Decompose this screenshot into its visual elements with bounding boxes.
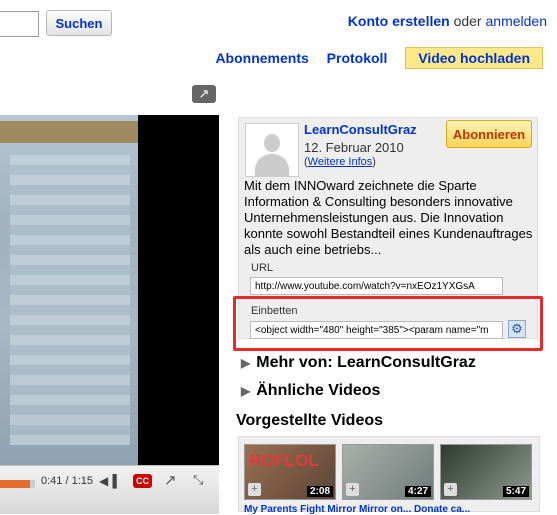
more-from-section[interactable]: ▶ Mehr von: LearnConsultGraz <box>241 354 476 372</box>
account-links: Konto erstellen oder anmelden <box>348 13 547 29</box>
expand-triangle-icon: ▶ <box>241 356 251 370</box>
or-text: oder <box>453 13 482 29</box>
expand-player-icon[interactable]: ↗ <box>192 85 216 103</box>
add-icon: + <box>248 483 261 496</box>
url-label: URL <box>251 262 274 274</box>
duration-badge: 2:08 <box>306 486 333 497</box>
progress-remaining[interactable] <box>30 480 35 488</box>
expand-triangle-icon: ▶ <box>241 384 251 398</box>
fullscreen-icon[interactable]: ⤡ <box>193 472 203 488</box>
video-thumbnail[interactable]: ROFLOL + 2:08 <box>244 444 336 500</box>
player-controls <box>0 465 219 514</box>
upload-video-button[interactable]: Video hochladen <box>405 47 543 69</box>
channel-name-link[interactable]: LearnConsultGraz <box>304 122 417 137</box>
upload-date: 12. Februar 2010 <box>304 140 404 155</box>
add-icon: + <box>346 483 359 496</box>
search-input[interactable] <box>0 11 39 37</box>
video-player[interactable] <box>0 115 219 465</box>
duration-badge: 5:47 <box>502 486 529 497</box>
captions-button[interactable]: CC <box>133 474 152 488</box>
thumbnail-titles[interactable]: My Parents Fight Mirror Mirror on... Don… <box>244 504 470 515</box>
embed-highlight-box <box>233 296 543 351</box>
video-description: Mit dem INNOward zeichnete die Sparte In… <box>244 178 533 257</box>
thumbnail-overlay-text: ROFLOL <box>249 451 319 470</box>
nav-subscriptions[interactable]: Abonnements <box>215 50 308 66</box>
create-account-link[interactable]: Konto erstellen <box>348 13 450 29</box>
main-nav: Abonnements Protokoll Video hochladen <box>201 47 543 69</box>
avatar[interactable] <box>245 123 299 177</box>
volume-icon[interactable]: ◀▐ <box>99 474 117 488</box>
more-info: (Weitere Infos) <box>304 156 376 168</box>
similar-videos-section[interactable]: ▶ Ähnliche Videos <box>241 382 380 400</box>
video-frame <box>0 115 138 465</box>
login-link[interactable]: anmelden <box>486 13 548 29</box>
add-icon: + <box>444 483 457 496</box>
subscribe-button[interactable]: Abonnieren <box>446 120 532 148</box>
more-info-link[interactable]: Weitere Infos <box>308 156 373 168</box>
video-thumbnail[interactable]: + 5:47 <box>440 444 532 500</box>
url-field[interactable]: http://www.youtube.com/watch?v=nxEOz1YXG… <box>250 277 503 295</box>
search-button[interactable]: Suchen <box>46 10 112 36</box>
share-icon[interactable]: ↗ <box>164 471 177 489</box>
nav-history[interactable]: Protokoll <box>327 50 388 66</box>
duration-badge: 4:27 <box>404 486 431 497</box>
time-display: 0:41 / 1:15 <box>41 475 93 487</box>
featured-videos-title: Vorgestellte Videos <box>236 412 384 429</box>
video-thumbnail[interactable]: + 4:27 <box>342 444 434 500</box>
progress-played[interactable] <box>0 480 30 488</box>
